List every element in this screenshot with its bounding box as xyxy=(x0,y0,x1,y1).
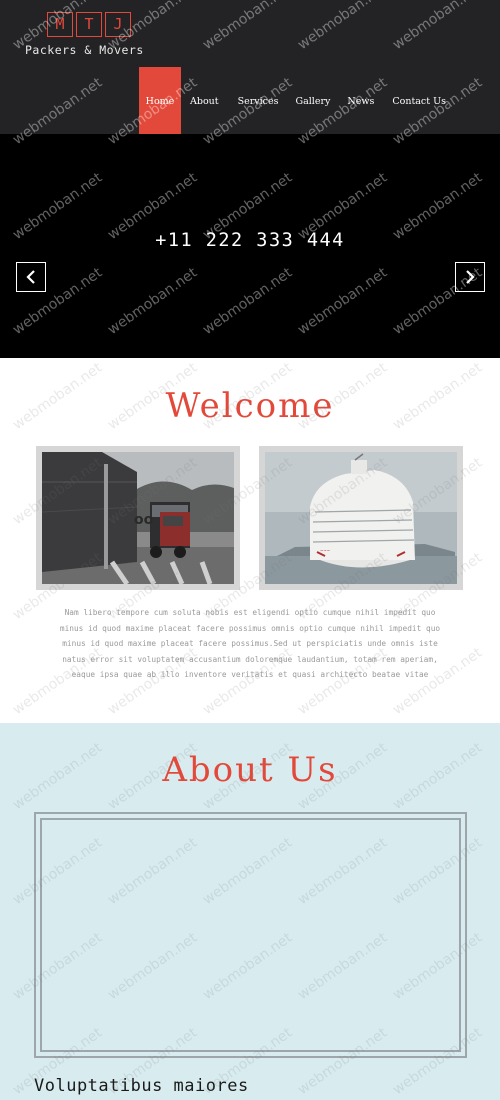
svg-text:~~~: ~~~ xyxy=(320,548,330,553)
about-image-inner-border xyxy=(40,818,461,1052)
truck-image: oo xyxy=(42,452,234,584)
logo-letter-t: T xyxy=(76,12,102,37)
welcome-title: Welcome xyxy=(165,386,335,426)
site-header: M T J Packers & Movers Home About Servic… xyxy=(0,0,500,134)
nav-services[interactable]: Services xyxy=(238,67,279,134)
welcome-section: Welcome oo ~~~ Nam libero tempore cum so… xyxy=(0,358,500,723)
chevron-left-icon xyxy=(26,270,35,284)
about-section: About Us Voluptatibus maiores xyxy=(0,723,500,1100)
nav-contact-us[interactable]: Contact Us xyxy=(392,67,446,134)
hero-banner: +11 222 333 444 xyxy=(0,134,500,358)
logo-letter-j: J xyxy=(105,12,131,37)
nav-gallery[interactable]: Gallery xyxy=(296,67,331,134)
nav-home[interactable]: Home xyxy=(139,67,181,134)
svg-text:oo: oo xyxy=(134,512,154,528)
chevron-right-icon xyxy=(466,270,475,284)
nav-about[interactable]: About xyxy=(190,67,219,134)
slider-prev-button[interactable] xyxy=(16,262,46,292)
slider-next-button[interactable] xyxy=(455,262,485,292)
logo-letters: M T J xyxy=(47,12,134,37)
banner-phone-number: +11 222 333 444 xyxy=(155,230,345,251)
welcome-paragraph: Nam libero tempore cum soluta nobis est … xyxy=(59,608,441,680)
truck-photo: oo xyxy=(36,446,240,590)
logo-subtitle: Packers & Movers xyxy=(25,43,144,57)
main-nav: Home About Services Gallery News Contact… xyxy=(139,67,446,134)
nav-news[interactable]: News xyxy=(347,67,374,134)
cruise-ship-photo: ~~~ xyxy=(259,446,463,590)
about-title: About Us xyxy=(162,750,338,790)
about-heading: Voluptatibus maiores xyxy=(34,1076,249,1096)
about-image-frame xyxy=(34,812,467,1058)
logo-letter-m: M xyxy=(47,12,73,37)
cruise-ship-image: ~~~ xyxy=(265,452,457,584)
site-logo[interactable]: M T J Packers & Movers xyxy=(25,12,143,57)
